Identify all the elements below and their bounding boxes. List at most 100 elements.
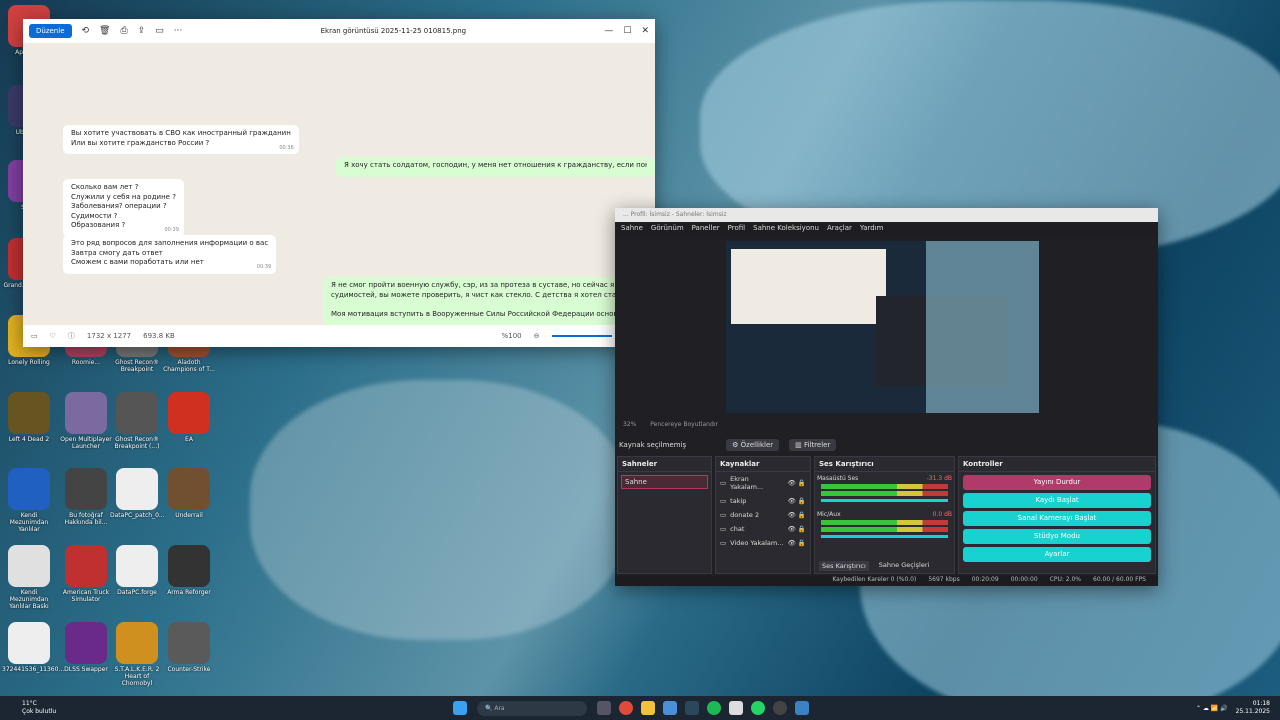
- visibility-lock-icon[interactable]: 👁 🔒: [788, 497, 806, 505]
- favorite-icon[interactable]: ♡: [50, 332, 56, 340]
- photos-icon[interactable]: [794, 701, 809, 715]
- chrome-icon[interactable]: [618, 701, 633, 715]
- cpu-usage: CPU: 2.0%: [1049, 576, 1082, 583]
- app-icon: [168, 392, 210, 434]
- minimize-icon[interactable]: —: [604, 26, 613, 36]
- apple-music-icon[interactable]: [728, 701, 743, 715]
- app-icon: [116, 622, 158, 664]
- tray-icons[interactable]: ⌃ ☁ 📶 🔊: [1196, 705, 1228, 712]
- message-line: Служили у себя на родине ?: [71, 192, 176, 201]
- desktop-icon-label: Lonely Rolling: [8, 359, 50, 366]
- obs-window[interactable]: ... Profil: İsimsiz - Sahneler: İsimsiz …: [615, 208, 1158, 586]
- desktop-icon-label: DataPC_patch_0...: [110, 512, 165, 519]
- zoom-slider[interactable]: [551, 335, 612, 337]
- control-button[interactable]: Ayarlar: [963, 547, 1151, 562]
- desktop-icon[interactable]: Left 4 Dead 2: [2, 392, 56, 443]
- volume-slider[interactable]: [821, 535, 948, 538]
- desktop-icon[interactable]: DataPC.forge: [110, 545, 164, 596]
- desktop-icon[interactable]: DataPC_patch_0...: [110, 468, 165, 519]
- scenes-dock: Sahneler Sahne: [617, 456, 712, 574]
- filters-button[interactable]: ▥ Filtreler: [789, 439, 837, 451]
- fit-label[interactable]: Pencereye Boyutlandır: [650, 421, 718, 428]
- properties-button[interactable]: ⚙ Özellikler: [726, 439, 780, 451]
- more-icon[interactable]: ···: [174, 26, 183, 36]
- source-item[interactable]: ▭ chat 👁 🔒: [716, 522, 810, 536]
- visibility-lock-icon[interactable]: 👁 🔒: [788, 479, 806, 487]
- store-icon[interactable]: [662, 701, 677, 715]
- control-button[interactable]: Stüdyo Modu: [963, 529, 1151, 544]
- steam-icon[interactable]: [684, 701, 699, 715]
- app-icon: [168, 622, 210, 664]
- desktop-icon[interactable]: S.T.A.L.K.E.R. 2 Heart of Chornobyl: [110, 622, 164, 687]
- mixer-channel: Masaüstü Ses -31.3 dB: [815, 472, 954, 508]
- transitions-tab[interactable]: Sahne Geçişleri: [879, 561, 930, 571]
- close-icon[interactable]: ✕: [641, 26, 649, 36]
- control-button[interactable]: Sanal Kamerayı Başlat: [963, 511, 1151, 526]
- message-line: Это ряд вопросов для заполнения информац…: [71, 239, 269, 247]
- zoom-percent[interactable]: 32%: [623, 421, 636, 428]
- desktop-icon[interactable]: American Truck Simulator: [59, 545, 113, 603]
- rotate-icon[interactable]: ⟲: [82, 26, 90, 36]
- desktop-icon[interactable]: 372441536_11360...: [2, 622, 64, 673]
- source-item[interactable]: ▭ Video Yakalam... 👁 🔒: [716, 536, 810, 550]
- desktop-icon[interactable]: Kendi Mezunimdan Yanlılar: [2, 468, 56, 533]
- obs-preview: [726, 241, 1039, 413]
- source-type-icon: ▭: [720, 525, 727, 533]
- task-view-icon[interactable]: [596, 701, 611, 715]
- visibility-lock-icon[interactable]: 👁 🔒: [788, 511, 806, 519]
- mixer-tab[interactable]: Ses Karıştırıcı: [819, 561, 869, 571]
- share-icon[interactable]: ⇪: [138, 26, 146, 36]
- obs-menu-item[interactable]: Araçlar: [827, 224, 852, 234]
- scene-item[interactable]: Sahne: [621, 475, 708, 489]
- desktop-icon[interactable]: Bu fotoğraf Hakkında bil...: [59, 468, 113, 526]
- app-icon: [65, 622, 107, 664]
- photos-window[interactable]: Düzenle ⟲ 🗑 ⎙ ⇪ ▭ ··· Ekran görüntüsü 20…: [23, 19, 655, 347]
- obs-menu-item[interactable]: Görünüm: [651, 224, 684, 234]
- clock[interactable]: 01:18 25.11.2025: [1236, 700, 1280, 716]
- print-icon[interactable]: ⎙: [120, 26, 127, 36]
- edit-button[interactable]: Düzenle: [29, 24, 72, 38]
- info-icon[interactable]: ⓘ: [68, 331, 75, 341]
- desktop-icon[interactable]: Underrail: [162, 468, 216, 519]
- filmstrip-icon[interactable]: ▭: [31, 332, 38, 340]
- desktop-icon-label: Roomie...: [71, 359, 101, 366]
- maximize-icon[interactable]: ☐: [623, 26, 631, 36]
- obs-menu-item[interactable]: Sahne: [621, 224, 643, 234]
- message-line: Сможем с вами поработать или нет: [71, 258, 204, 266]
- obs-menu-item[interactable]: Paneller: [692, 224, 720, 234]
- file-explorer-icon[interactable]: [640, 701, 655, 715]
- desktop-icon[interactable]: Ghost Recon® Breakpoint (...): [110, 392, 164, 450]
- zoom-level[interactable]: %100: [502, 332, 522, 340]
- message-line: Судимости ?: [71, 211, 118, 220]
- windows-start-icon[interactable]: [452, 701, 467, 715]
- search-label: Ara: [494, 704, 505, 712]
- desktop-icon-label: American Truck Simulator: [62, 589, 110, 603]
- whatsapp-icon[interactable]: [750, 701, 765, 715]
- obs-menu-item[interactable]: Yardım: [860, 224, 884, 234]
- control-button[interactable]: Yayını Durdur: [963, 475, 1151, 490]
- visibility-lock-icon[interactable]: 👁 🔒: [788, 539, 806, 547]
- search-box[interactable]: 🔍 Ara: [476, 700, 587, 716]
- obs-icon[interactable]: [772, 701, 787, 715]
- desktop-icon[interactable]: Arma Reforger: [162, 545, 216, 596]
- obs-menu-item[interactable]: Profil: [728, 224, 745, 234]
- obs-menu-item[interactable]: Sahne Koleksiyonu: [753, 224, 819, 234]
- slideshow-icon[interactable]: ▭: [155, 26, 164, 36]
- controls-dock: Kontroller Yayını Durdur Kaydı Başlat Sana…: [958, 456, 1156, 574]
- delete-icon[interactable]: 🗑: [99, 26, 110, 36]
- desktop-icon[interactable]: EA: [162, 392, 216, 443]
- desktop-icon[interactable]: Open Multiplayer Launcher: [59, 392, 113, 450]
- zoom-out-icon[interactable]: ⊖: [534, 332, 540, 340]
- controls-title: Kontroller: [959, 457, 1155, 472]
- desktop-icon[interactable]: DLSS Swapper: [59, 622, 113, 673]
- visibility-lock-icon[interactable]: 👁 🔒: [788, 525, 806, 533]
- desktop-icon[interactable]: Kendi Mezunimdan Yanlılar Baskı: [2, 545, 56, 610]
- source-item[interactable]: ▭ Ekran Yakalam... 👁 🔒: [716, 472, 810, 494]
- desktop-icon[interactable]: Counter-Strike: [162, 622, 216, 673]
- source-item[interactable]: ▭ donate 2 👁 🔒: [716, 508, 810, 522]
- spotify-icon[interactable]: [706, 701, 721, 715]
- weather-widget[interactable]: 11°C Çok bulutlu: [0, 700, 70, 716]
- source-item[interactable]: ▭ takip 👁 🔒: [716, 494, 810, 508]
- control-button[interactable]: Kaydı Başlat: [963, 493, 1151, 508]
- volume-slider[interactable]: [821, 499, 948, 502]
